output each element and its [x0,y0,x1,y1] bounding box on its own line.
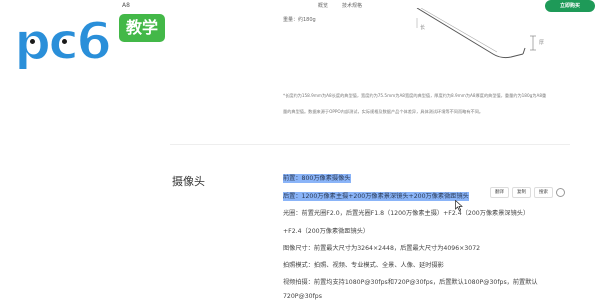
section-divider [170,144,570,145]
product-title: A8 [122,2,130,9]
camera-spec-text: 720P@30fps [283,293,322,300]
thickness-dimension-label: 厚 [539,40,545,46]
logo-eye-left [28,37,37,46]
camera-spec-row: +F2.4（200万像素微距镜头） [283,226,369,235]
camera-spec-text: 图像尺寸：前置最大尺寸为3264×2448，后置最大尺寸为4096×3072 [283,245,481,252]
camera-section-title: 摄像头 [172,175,205,188]
camera-spec-row: 720P@30fps [283,293,322,300]
nav-link-specs[interactable]: 技术规格 [342,2,362,9]
more-options-icon[interactable] [556,187,565,197]
length-dimension-label: 长 [420,25,426,31]
translate-button[interactable]: 翻译 [490,186,509,198]
camera-spec-text: 后置：1200万像素主摄+200万像素景深镜头+200万像素微距镜头 [283,192,469,201]
selection-toolbar: 翻译 复制 搜索 [490,186,565,198]
pc6-watermark-logo: pc6 教学 [13,10,165,74]
logo-eye-right [60,37,69,46]
weight-spec: 重量：约180g [283,17,316,23]
camera-spec-row: 前置：800万像素摄像头 [283,173,351,183]
camera-spec-row: 视频拍摄：前置均支持1080P@30fps和720P@30fps，后置默认108… [283,277,538,286]
logo-badge: 教学 [119,14,165,42]
camera-spec-row: 光圈：前置光圈F2.0，后置光圈F1.8（1200万像素主摄）+F2.4（200… [283,208,529,217]
mouse-cursor-icon [455,200,463,211]
camera-spec-row: 拍照模式：拍照、视频、专业模式、全景、人像、延时摄影 [283,260,444,269]
search-button[interactable]: 搜索 [534,186,553,198]
camera-spec-text: 拍照模式：拍照、视频、专业模式、全景、人像、延时摄影 [283,262,444,269]
copy-button[interactable]: 复制 [512,186,531,198]
camera-spec-text: 前置：800万像素摄像头 [283,174,351,183]
dimension-footnote: *长度约为158.9mm为A8长度的典型值，宽度约为75.5mm为A8宽度的典型… [283,93,547,114]
nav-link-overview[interactable]: 概览 [318,2,328,9]
phone-side-illustration [416,8,536,59]
camera-spec-text: 光圈：前置光圈F2.0，后置光圈F1.8（1200万像素主摄）+F2.4（200… [283,210,530,217]
camera-spec-row: 后置：1200万像素主摄+200万像素景深镜头+200万像素微距镜头 [283,191,469,201]
camera-spec-text: +F2.4（200万像素微距镜头） [283,228,370,235]
camera-spec-row: 图像尺寸：前置最大尺寸为3264×2448，后置最大尺寸为4096×3072 [283,243,480,252]
camera-spec-text: 视频拍摄：前置均支持1080P@30fps和720P@30fps，后置默认108… [283,279,538,286]
